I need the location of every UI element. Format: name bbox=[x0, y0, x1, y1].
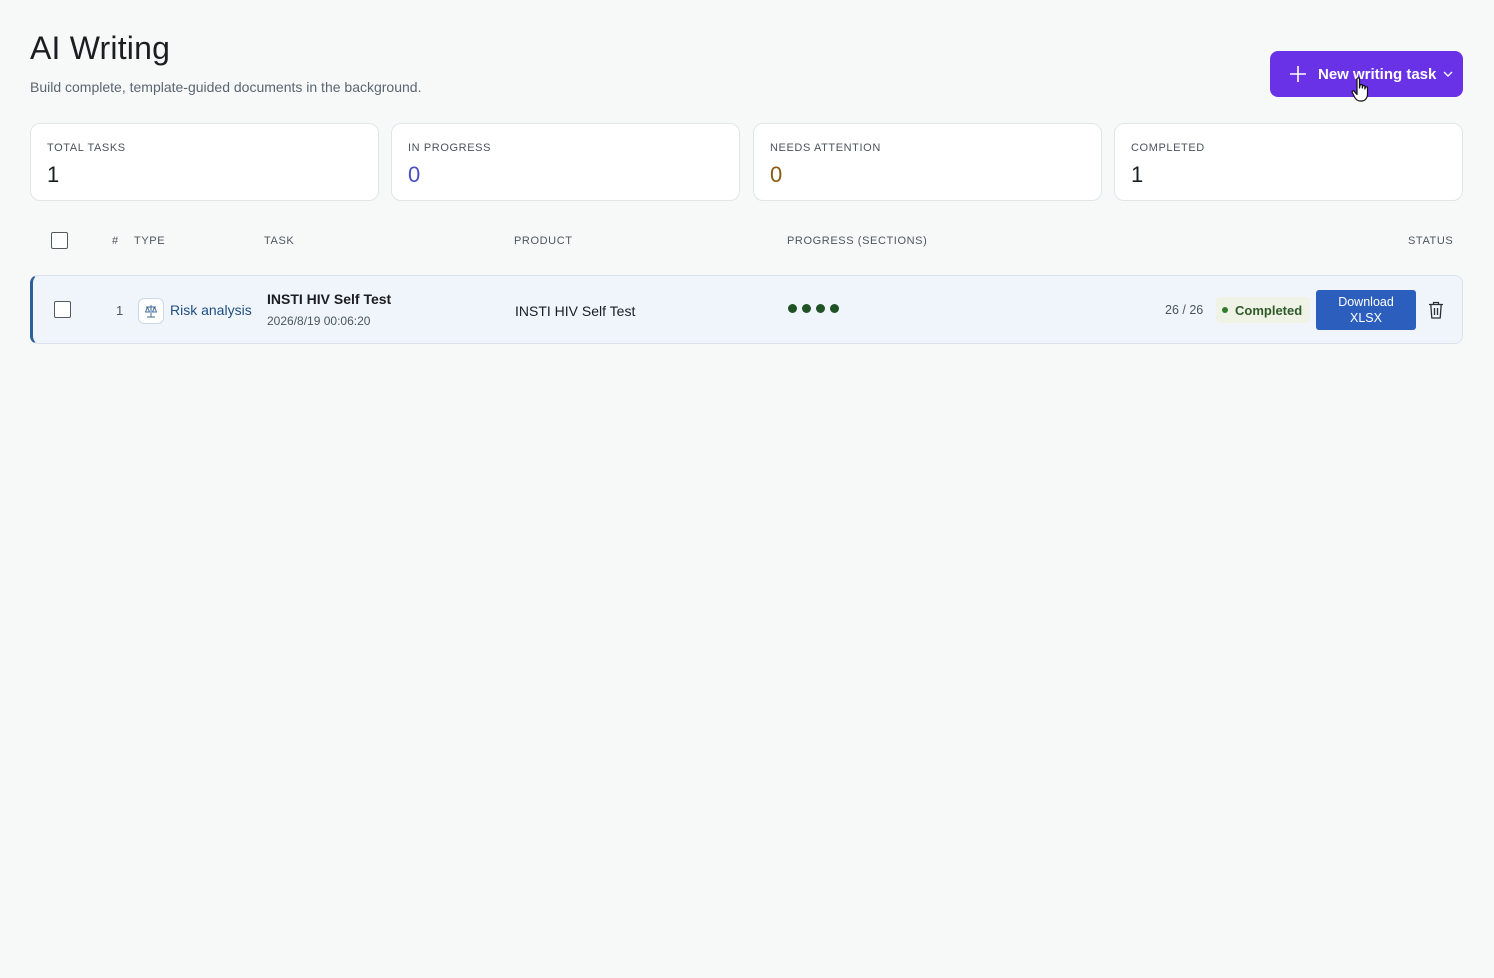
stat-label: NEEDS ATTENTION bbox=[770, 142, 881, 154]
progress-dot bbox=[816, 304, 825, 313]
plus-icon bbox=[1290, 66, 1306, 82]
row-number: 1 bbox=[116, 303, 124, 318]
stat-value: 1 bbox=[1131, 162, 1144, 187]
table-header: # TYPE TASK PRODUCT PROGRESS (SECTIONS) … bbox=[30, 226, 1463, 256]
new-writing-task-label: New writing task bbox=[1318, 65, 1437, 83]
progress-dots bbox=[788, 304, 839, 313]
stat-value: 1 bbox=[47, 162, 60, 187]
stat-card-needs-attention: NEEDS ATTENTION 0 bbox=[753, 123, 1102, 201]
hand-pointer-icon bbox=[1351, 77, 1369, 102]
ai-writing-page: AI Writing Build complete, template-guid… bbox=[0, 0, 1494, 978]
download-label-line2: XLSX bbox=[1350, 311, 1382, 325]
chevron-down-icon[interactable] bbox=[1442, 68, 1454, 80]
column-header-product[interactable]: PRODUCT bbox=[514, 235, 573, 247]
task-type-link[interactable]: Risk analysis bbox=[170, 302, 252, 318]
product-name: INSTI HIV Self Test bbox=[515, 303, 636, 319]
select-all-checkbox[interactable] bbox=[51, 232, 68, 249]
page-title: AI Writing bbox=[30, 30, 171, 66]
scales-icon bbox=[138, 298, 164, 324]
progress-dot bbox=[830, 304, 839, 313]
column-header-number: # bbox=[112, 235, 119, 247]
stat-label: IN PROGRESS bbox=[408, 142, 492, 154]
task-name[interactable]: INSTI HIV Self Test bbox=[267, 291, 391, 307]
column-header-progress[interactable]: PROGRESS (SECTIONS) bbox=[787, 235, 927, 247]
status-dot bbox=[1222, 307, 1228, 313]
stat-value: 0 bbox=[408, 162, 421, 187]
column-header-task[interactable]: TASK bbox=[264, 235, 294, 247]
status-label: Completed bbox=[1235, 302, 1303, 318]
progress-dot bbox=[788, 304, 797, 313]
table-row[interactable]: 1 Risk analysis INSTI HIV Self Test 2026… bbox=[30, 275, 1463, 344]
download-xlsx-button[interactable]: Download XLSX bbox=[1316, 290, 1416, 330]
stat-card-completed: COMPLETED 1 bbox=[1114, 123, 1463, 201]
row-checkbox[interactable] bbox=[54, 301, 71, 318]
page-subtitle: Build complete, template-guided document… bbox=[30, 79, 422, 95]
stat-label: TOTAL TASKS bbox=[47, 142, 126, 154]
task-timestamp: 2026/8/19 00:06:20 bbox=[267, 314, 371, 328]
status-badge: Completed bbox=[1216, 297, 1311, 323]
trash-icon[interactable] bbox=[1427, 300, 1445, 320]
column-header-type[interactable]: TYPE bbox=[134, 235, 165, 247]
stat-value: 0 bbox=[770, 162, 783, 187]
column-header-status[interactable]: STATUS bbox=[1408, 235, 1453, 247]
stat-card-in-progress: IN PROGRESS 0 bbox=[391, 123, 740, 201]
stat-label: COMPLETED bbox=[1131, 142, 1205, 154]
download-label-line1: Download bbox=[1338, 295, 1394, 309]
progress-dot bbox=[802, 304, 811, 313]
progress-count: 26 / 26 bbox=[1165, 303, 1204, 317]
stat-card-total-tasks: TOTAL TASKS 1 bbox=[30, 123, 379, 201]
